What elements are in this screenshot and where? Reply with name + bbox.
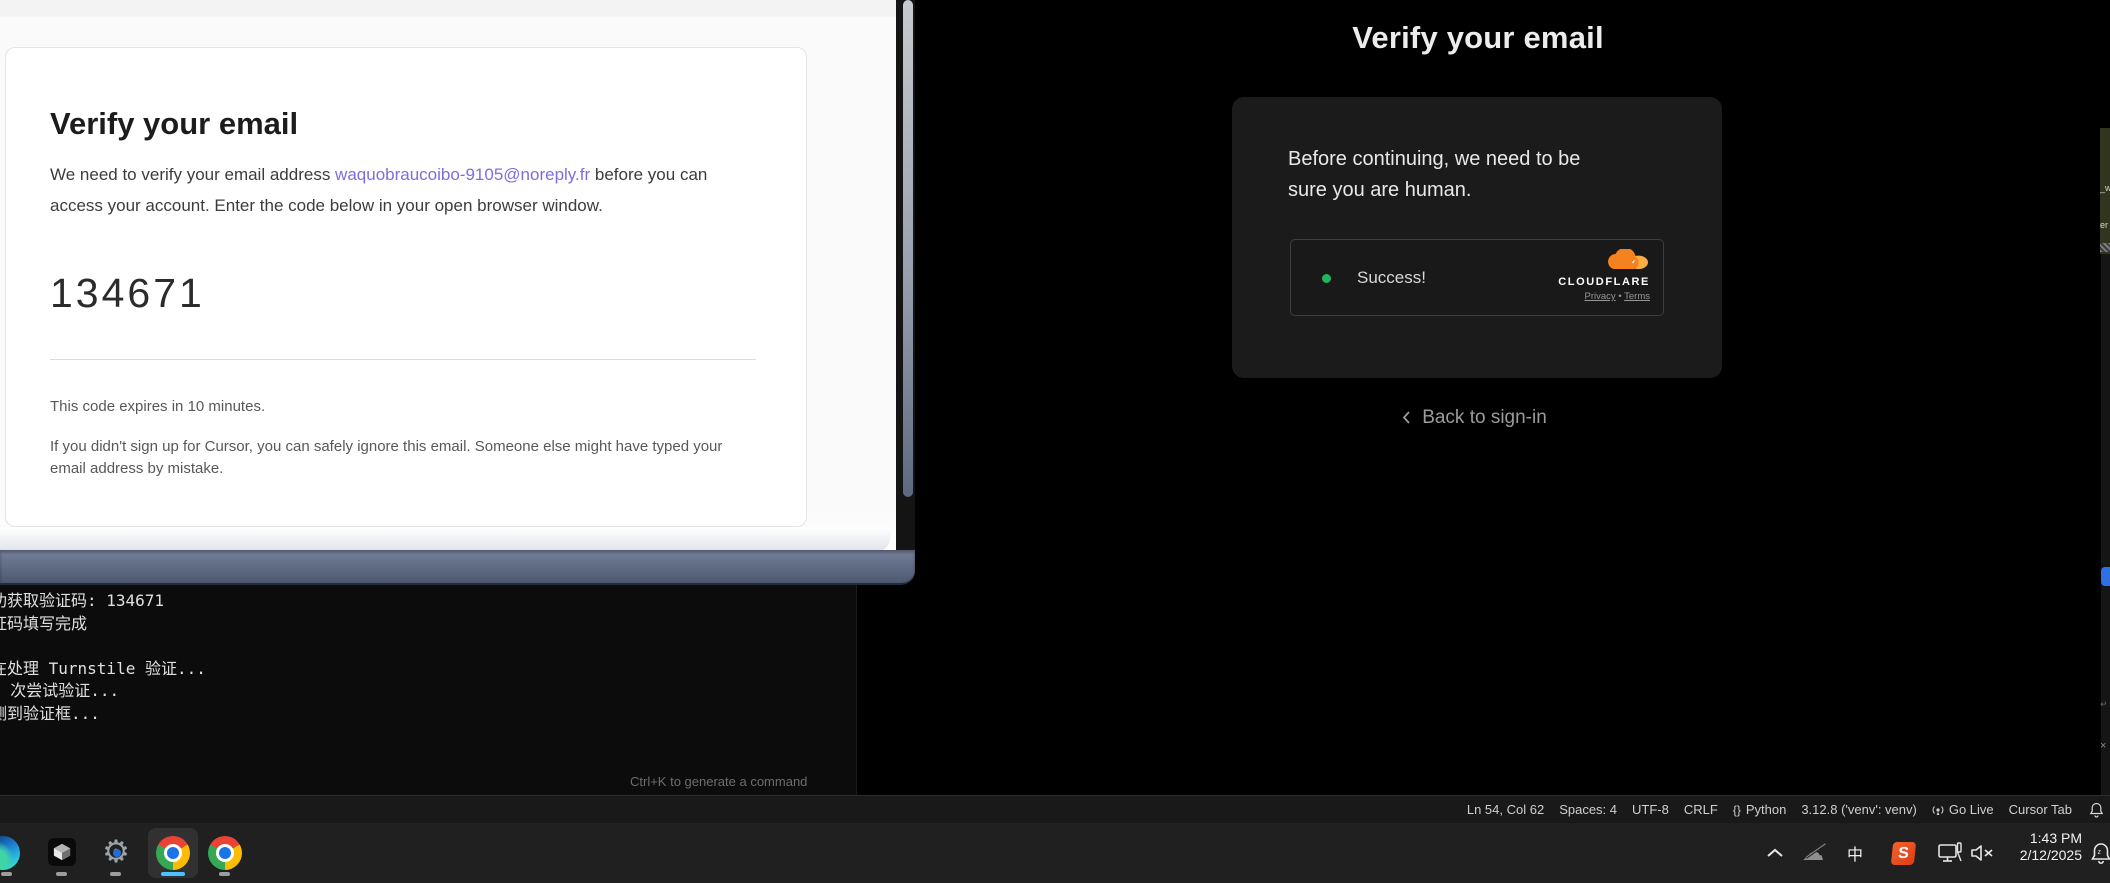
terms-link[interactable]: Terms xyxy=(1624,291,1650,302)
status-spaces[interactable]: Spaces: 4 xyxy=(1559,802,1617,817)
turnstile-status: Success! xyxy=(1357,268,1426,288)
cloudflare-cloud-icon xyxy=(1604,249,1650,270)
terminal-line xyxy=(0,632,206,655)
enter-key-fragment: ↵ xyxy=(2100,699,2108,710)
email-body-text: We need to verify your email address waq… xyxy=(50,160,764,221)
edge-browser-icon[interactable] xyxy=(0,836,20,870)
link-separator: • xyxy=(1618,291,1621,302)
status-go-live[interactable]: Go Live xyxy=(1932,802,1994,817)
success-dot-icon xyxy=(1322,274,1331,283)
turnstile-widget: Success! CLOUDFLARE Privacy • Terms xyxy=(1290,239,1664,316)
back-to-sign-in-link[interactable]: Back to sign-in xyxy=(1324,407,1624,429)
taskbar: ⚙ ☁ 中 S 1:43 PM 2/12/2025 xyxy=(0,823,2110,883)
email-title: Verify your email xyxy=(50,106,298,142)
email-window: Verify your email We need to verify your… xyxy=(0,0,915,585)
verify-prompt-text: Before continuing, we need to be sure yo… xyxy=(1288,144,1624,206)
broadcast-icon xyxy=(1932,804,1944,816)
app-indicator xyxy=(110,872,121,876)
s-badge: S xyxy=(1891,842,1916,865)
cloudflare-wordmark: CLOUDFLARE xyxy=(1550,276,1650,288)
email-content-card: Verify your email We need to verify your… xyxy=(5,47,807,527)
cursor-cube-icon xyxy=(53,843,71,861)
ime-label: 中 xyxy=(1847,841,1863,865)
background-window-edge xyxy=(2101,252,2110,795)
privacy-link[interactable]: Privacy xyxy=(1585,291,1616,302)
ide-status-bar: Ln 54, Col 62 Spaces: 4 UTF-8 CRLF {} Pyt… xyxy=(0,795,2110,823)
app-indicator xyxy=(1,872,12,876)
window-behind-titlebar xyxy=(0,550,915,585)
body-prefix: We need to verify your email address xyxy=(50,165,335,184)
status-encoding[interactable]: UTF-8 xyxy=(1632,802,1669,817)
chrome-active-highlight[interactable] xyxy=(148,828,198,878)
verify-card: Before continuing, we need to be sure yo… xyxy=(1232,97,1722,378)
go-live-label: Go Live xyxy=(1949,802,1994,817)
email-address-link[interactable]: waquobraucoibo-9105@noreply.fr xyxy=(335,165,590,184)
status-interpreter[interactable]: 3.12.8 ('venv': venv) xyxy=(1801,802,1917,817)
language-label: Python xyxy=(1746,802,1786,817)
verify-page-title: Verify your email xyxy=(1163,20,1793,56)
clock-date: 2/12/2025 xyxy=(1978,847,2082,864)
app-indicator xyxy=(219,872,230,876)
email-window-frame xyxy=(896,0,915,552)
app-indicator xyxy=(56,872,67,876)
verification-code: 134671 xyxy=(50,270,205,317)
onedrive-cloud-slash-icon[interactable]: ☁ xyxy=(1802,823,1824,883)
chrome-icon xyxy=(156,836,190,870)
chevron-left-icon xyxy=(1401,410,1412,425)
svg-text:z: z xyxy=(2098,849,2102,856)
braces-icon: {} xyxy=(1733,803,1741,817)
email-scrollbar[interactable] xyxy=(903,0,913,497)
divider xyxy=(50,359,756,360)
settings-gear-center xyxy=(113,849,121,857)
disclaimer-text: If you didn't sign up for Cursor, you ca… xyxy=(50,436,742,479)
status-cursor-tab[interactable]: Cursor Tab xyxy=(2009,802,2072,817)
turnstile-links: Privacy • Terms xyxy=(1550,291,1650,302)
back-link-label: Back to sign-in xyxy=(1422,407,1547,428)
terminal-panel[interactable]: 功获取验证码: 134671 证码填写完成 在处理 Turnstile 验证..… xyxy=(0,585,857,795)
cursor-app-icon[interactable] xyxy=(48,838,76,866)
email-window-bottom xyxy=(0,527,890,552)
terminal-output: 功获取验证码: 134671 证码填写完成 在处理 Turnstile 验证..… xyxy=(0,587,215,722)
status-language[interactable]: {} Python xyxy=(1733,802,1787,817)
notifications-bell-icon[interactable] xyxy=(2089,802,2104,818)
text-fragment: _w xyxy=(2100,183,2110,193)
cloudflare-branding: CLOUDFLARE Privacy • Terms xyxy=(1550,249,1650,302)
terminal-line: 1 次尝试验证... xyxy=(0,677,206,700)
ime-language-indicator[interactable]: 中 xyxy=(1847,823,1863,883)
hatch-fragment xyxy=(2100,243,2110,252)
ctrl-k-hint: Ctrl+K to generate a command xyxy=(630,774,807,789)
terminal-line: 证码填写完成 xyxy=(0,610,206,633)
status-eol[interactable]: CRLF xyxy=(1684,802,1718,817)
tray-chevron-up-icon[interactable] xyxy=(1766,823,1784,883)
taskbar-clock[interactable]: 1:43 PM 2/12/2025 xyxy=(1978,830,2082,863)
display-tray-icon[interactable] xyxy=(1938,823,1962,883)
focus-assist-bell-icon[interactable]: z xyxy=(2090,823,2110,883)
status-line-col[interactable]: Ln 54, Col 62 xyxy=(1467,802,1544,817)
background-editor-sliver: _w er xyxy=(2100,128,2110,254)
blue-button-sliver xyxy=(2101,567,2110,586)
chrome-icon-2[interactable] xyxy=(208,836,242,870)
terminal-line: 功获取验证码: 134671 xyxy=(0,587,206,610)
terminal-line: 测到验证框... xyxy=(0,700,206,723)
expiry-note: This code expires in 10 minutes. xyxy=(50,398,265,415)
clock-time: 1:43 PM xyxy=(1978,830,2082,847)
terminal-line: 在处理 Turnstile 验证... xyxy=(0,655,206,678)
text-fragment: er xyxy=(2100,220,2108,230)
sogou-tray-icon[interactable]: S xyxy=(1892,823,1915,883)
active-app-indicator xyxy=(161,872,185,876)
close-fragment: × xyxy=(2100,740,2106,752)
